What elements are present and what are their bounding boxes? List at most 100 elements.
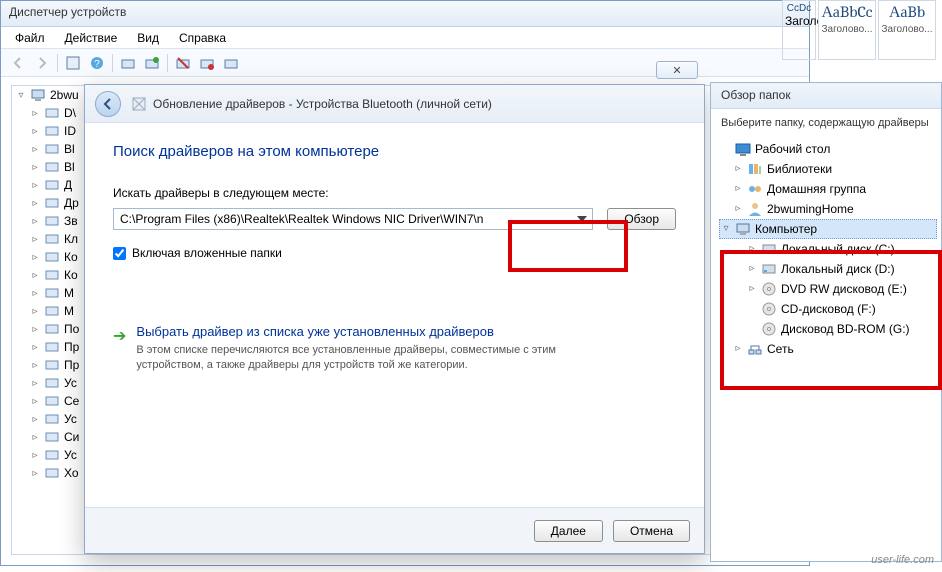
pick-from-list-link[interactable]: ➔ Выбрать драйвер из списка уже установл… <box>113 320 676 377</box>
hdd-icon <box>761 261 777 277</box>
tree-expander-icon[interactable]: ▹ <box>30 414 40 424</box>
style-cell-1[interactable]: АаBbCc Заголово... <box>818 0 876 60</box>
browse-subtitle: Выберите папку, содержащую драйверы <box>711 109 941 133</box>
browse-button[interactable]: Обзор <box>607 208 676 230</box>
toolbar-update-icon[interactable] <box>141 52 163 74</box>
tree-expander-icon[interactable]: ▹ <box>30 180 40 190</box>
style-sample-2: АаBb <box>881 3 933 22</box>
wizard-header: Обновление драйверов - Устройства Blueto… <box>85 85 704 123</box>
toolbar-uninstall-icon[interactable] <box>172 52 194 74</box>
tree-expander-icon[interactable]: ▹ <box>30 450 40 460</box>
tree-expander-icon[interactable]: ▹ <box>30 342 40 352</box>
tree-expander-icon[interactable]: ▹ <box>747 260 757 278</box>
tree-expander-icon[interactable]: ▹ <box>733 340 743 358</box>
tree-expander-icon[interactable]: ▹ <box>30 432 40 442</box>
device-category-icon <box>44 447 60 463</box>
tree-root-label: 2bwu <box>50 88 79 102</box>
browse-item-label: 2bwumingHome <box>767 200 854 218</box>
device-category-icon <box>44 285 60 301</box>
tree-row-label: Хо <box>64 466 79 480</box>
style-label-0: Заголово... <box>785 14 813 28</box>
include-subfolders-checkbox[interactable] <box>113 247 126 260</box>
browse-tree-item[interactable]: ▹Домашняя группа <box>719 179 937 199</box>
browse-tree-item[interactable]: Дисковод BD-ROM (G:) <box>719 319 937 339</box>
browse-tree-item[interactable]: CD-дисковод (F:) <box>719 299 937 319</box>
browse-item-label: Рабочий стол <box>755 140 830 158</box>
include-subfolders-label: Включая вложенные папки <box>132 246 282 260</box>
tree-row-label: Др <box>64 196 79 210</box>
wizard-close-button[interactable]: ✕ <box>656 61 698 79</box>
tree-expander-icon[interactable]: ▹ <box>733 160 743 178</box>
tree-expander-icon[interactable]: ▹ <box>30 288 40 298</box>
tree-expander-icon[interactable]: ▹ <box>30 144 40 154</box>
toolbar-disable-icon[interactable] <box>196 52 218 74</box>
browse-item-label: Дисковод BD-ROM (G:) <box>781 320 910 338</box>
devmgr-title-text: Диспетчер устройств <box>9 5 126 19</box>
tree-expander-icon[interactable]: ▹ <box>733 180 743 198</box>
wizard-back-button[interactable] <box>95 91 121 117</box>
tree-expander-icon[interactable]: ▹ <box>30 234 40 244</box>
tree-expander-icon[interactable]: ▹ <box>30 162 40 172</box>
toolbar-scan-icon[interactable] <box>117 52 139 74</box>
toolbar-back-icon[interactable] <box>7 52 29 74</box>
tree-expander-icon[interactable]: ▹ <box>30 108 40 118</box>
tree-expander-icon[interactable]: ▹ <box>30 306 40 316</box>
browse-tree-item[interactable]: Рабочий стол <box>719 139 937 159</box>
watermark: user-life.com <box>871 554 934 566</box>
browse-tree[interactable]: Рабочий стол▹Библиотеки▹Домашняя группа▹… <box>711 133 941 365</box>
toolbar-properties-icon[interactable] <box>62 52 84 74</box>
menu-help[interactable]: Справка <box>171 29 234 46</box>
tree-expander-icon[interactable]: ▹ <box>30 270 40 280</box>
device-category-icon <box>44 249 60 265</box>
style-sample-small: CcDc <box>785 3 813 14</box>
device-category-icon <box>44 339 60 355</box>
word-styles-peek: CcDc Заголово... АаBbCc Заголово... АаBb… <box>782 0 942 60</box>
menu-file[interactable]: Файл <box>7 29 53 46</box>
tree-expander-icon[interactable]: ▹ <box>30 216 40 226</box>
tree-expander-icon[interactable]: ▿ <box>16 90 26 100</box>
device-placeholder-icon <box>131 96 147 112</box>
hdd-icon <box>761 241 777 257</box>
browse-folders-dialog: Обзор папок Выберите папку, содержащую д… <box>710 82 942 562</box>
browse-item-label: Локальный диск (D:) <box>781 260 895 278</box>
devmgr-title-bar: Диспетчер устройств <box>1 1 809 27</box>
toolbar-refresh-icon[interactable] <box>220 52 242 74</box>
device-category-icon <box>44 321 60 337</box>
menu-action[interactable]: Действие <box>57 29 126 46</box>
driver-path-combobox[interactable] <box>113 208 593 230</box>
next-button[interactable]: Далее <box>534 520 603 542</box>
tree-expander-icon[interactable]: ▹ <box>30 324 40 334</box>
browse-tree-item[interactable]: ▿Компьютер <box>719 219 937 239</box>
tree-expander-icon[interactable]: ▹ <box>30 360 40 370</box>
browse-tree-item[interactable]: ▹ 2bwumingHome <box>719 199 937 219</box>
browse-tree-item[interactable]: ▹DVD RW дисковод (E:) <box>719 279 937 299</box>
search-location-label: Искать драйверы в следующем месте: <box>113 186 676 200</box>
tree-expander-icon[interactable]: ▹ <box>30 396 40 406</box>
tree-expander-icon[interactable]: ▹ <box>30 198 40 208</box>
tree-expander-icon[interactable]: ▹ <box>30 252 40 262</box>
tree-row-label: Ко <box>64 268 78 282</box>
style-cell-2[interactable]: АаBb Заголово... <box>878 0 936 60</box>
tree-row-label: Ус <box>64 448 77 462</box>
cancel-button[interactable]: Отмена <box>613 520 690 542</box>
menu-view[interactable]: Вид <box>129 29 167 46</box>
device-category-icon <box>44 357 60 373</box>
include-subfolders-row[interactable]: Включая вложенные папки <box>113 246 676 260</box>
device-category-icon <box>44 213 60 229</box>
tree-row-label: По <box>64 322 79 336</box>
tree-expander-icon[interactable]: ▹ <box>747 280 757 298</box>
tree-expander-icon[interactable]: ▹ <box>30 126 40 136</box>
device-category-icon <box>44 303 60 319</box>
toolbar-help-icon[interactable]: ? <box>86 52 108 74</box>
tree-expander-icon[interactable]: ▹ <box>30 468 40 478</box>
browse-tree-item[interactable]: ▹ Локальный диск (D:) <box>719 259 937 279</box>
tree-expander-icon[interactable]: ▿ <box>721 220 731 238</box>
tree-expander-icon[interactable]: ▹ <box>30 378 40 388</box>
browse-tree-item[interactable]: ▹Локальный диск (C:) <box>719 239 937 259</box>
tree-expander-icon[interactable]: ▹ <box>747 240 757 258</box>
browse-tree-item[interactable]: ▹ Сеть <box>719 339 937 359</box>
browse-tree-item[interactable]: ▹Библиотеки <box>719 159 937 179</box>
toolbar-fwd-icon[interactable] <box>31 52 53 74</box>
browse-item-label: Сеть <box>767 340 794 358</box>
tree-expander-icon[interactable]: ▹ <box>733 200 743 218</box>
